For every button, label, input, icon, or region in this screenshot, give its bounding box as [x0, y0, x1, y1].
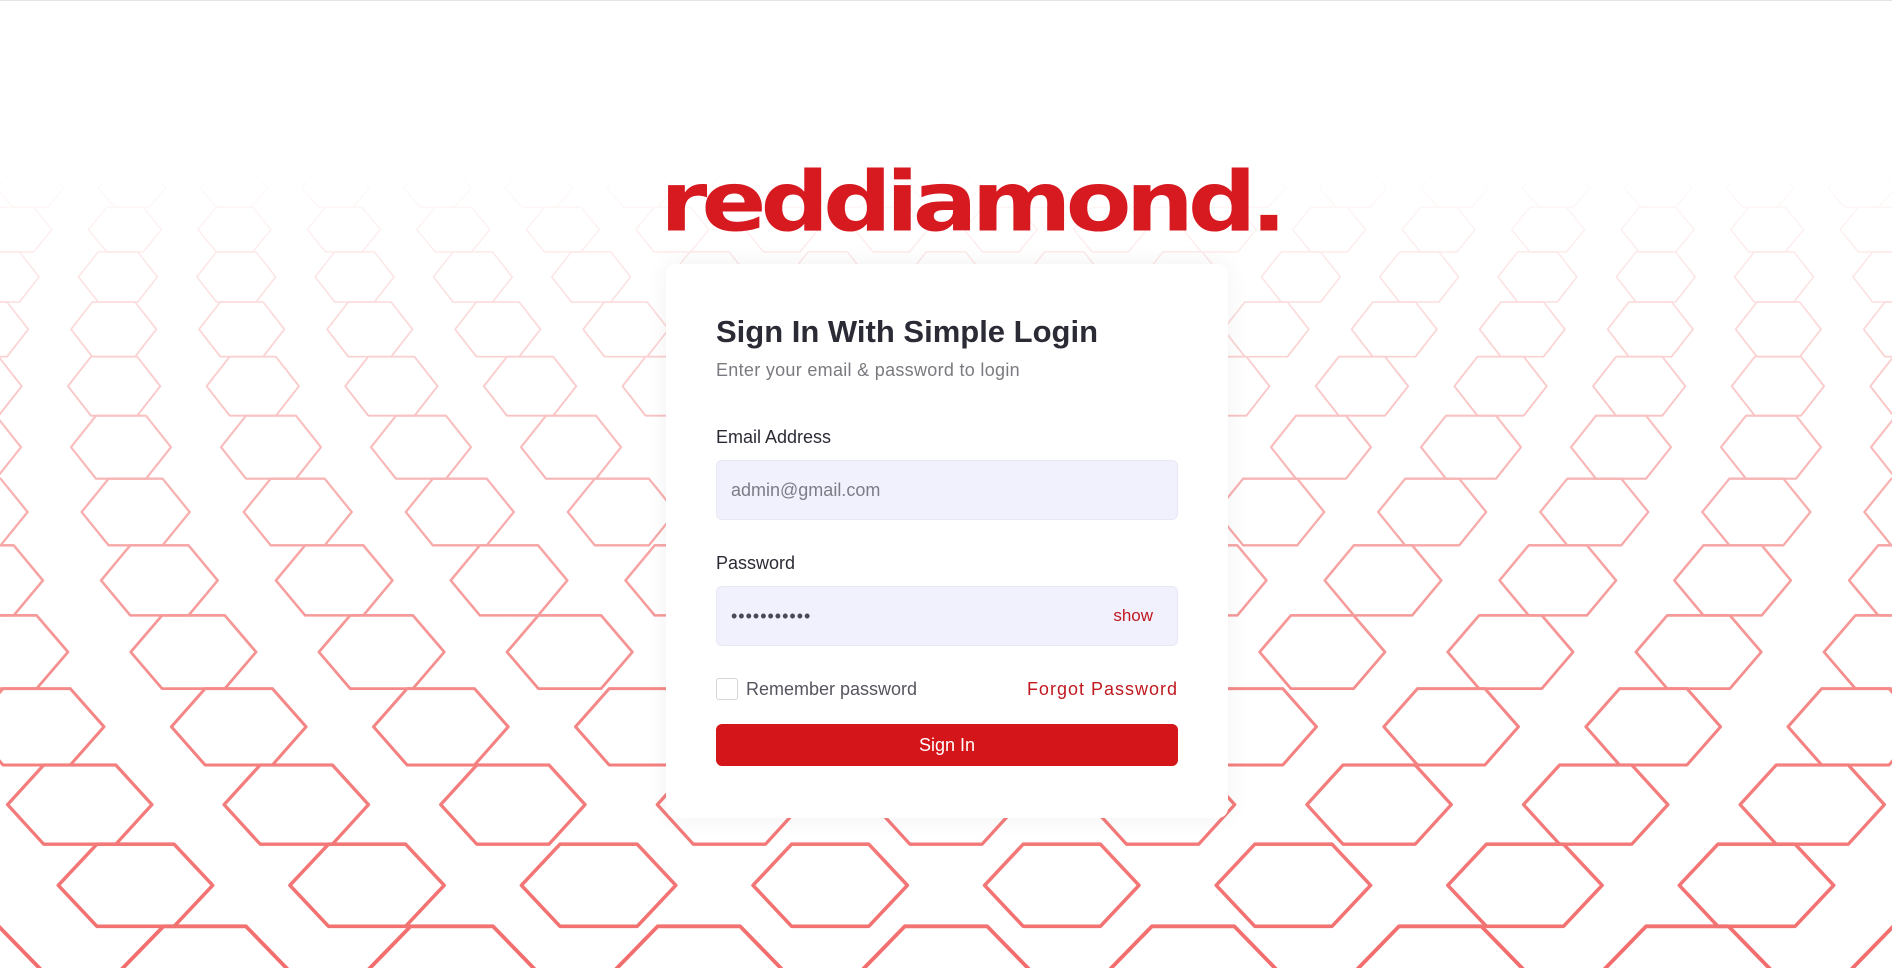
login-subtitle: Enter your email & password to login: [716, 360, 1020, 380]
login-title: Sign In With Simple Login: [716, 314, 1099, 349]
forgot-password-link[interactable]: Forgot Password: [1027, 679, 1178, 700]
email-label: Email Address: [716, 427, 832, 447]
login-card: Sign In With Simple Login Enter your ema…: [666, 264, 1228, 818]
login-page: reddiamond. Sign In With Simple Login En…: [0, 0, 1892, 968]
show-password-toggle[interactable]: show: [1113, 606, 1153, 626]
email-field[interactable]: [717, 461, 1177, 519]
brand-logo-text: reddiamond.: [660, 154, 1287, 251]
remember-password-label: Remember password: [746, 678, 918, 699]
login-options-row: Remember password Forgot Password: [716, 678, 1178, 700]
password-label: Password: [716, 553, 796, 573]
email-field-wrapper: [716, 460, 1178, 520]
remember-password[interactable]: Remember password: [716, 678, 917, 700]
sign-in-button[interactable]: Sign In: [716, 724, 1178, 766]
password-field[interactable]: [717, 587, 1177, 645]
remember-password-checkbox[interactable]: [716, 678, 738, 700]
password-field-wrapper: show: [716, 586, 1178, 646]
brand-logo: reddiamond.: [660, 141, 1287, 244]
